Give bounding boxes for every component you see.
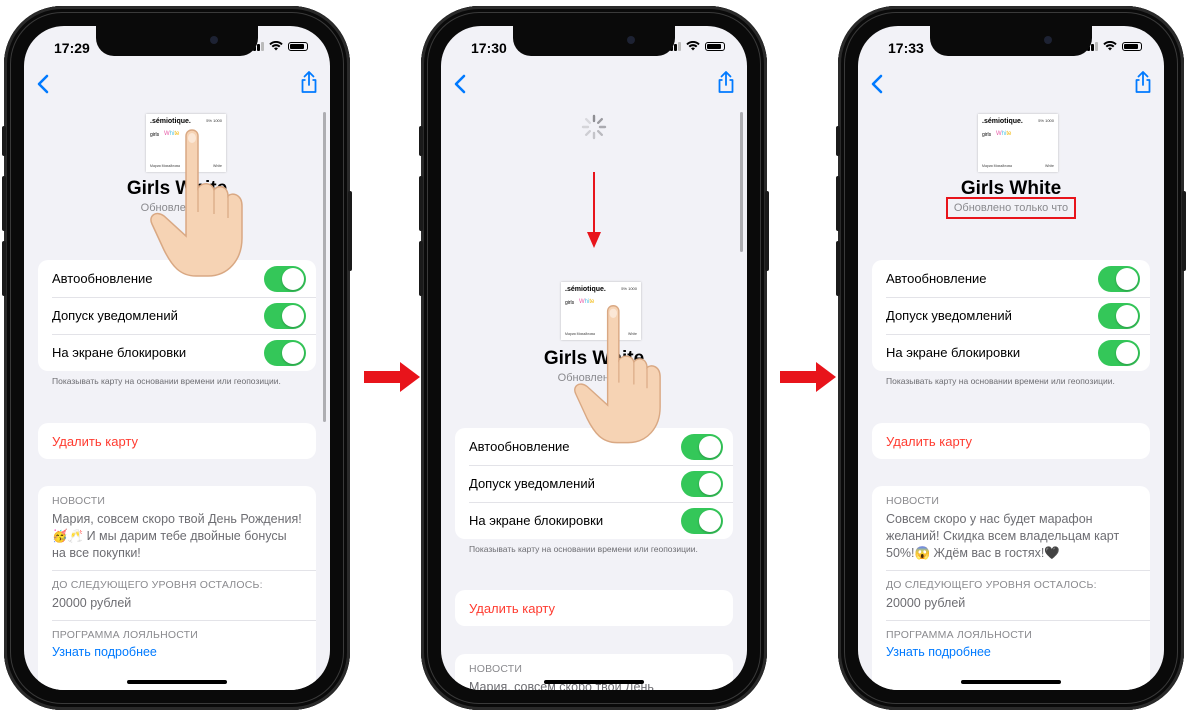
loyalty-header: ПРОГРАММА ЛОЯЛЬНОСТИ [886,629,1033,641]
notifications-toggle[interactable] [681,470,723,497]
wifi-icon [686,41,700,51]
status-time: 17:29 [54,40,90,56]
row-notifications: Допуск уведомлений [38,297,316,334]
row-auto-update: Автообновление [872,260,1150,297]
wifi-icon [1103,41,1117,51]
news-text: Совсем скоро у нас будет марафон желаний… [886,512,1120,560]
footnote: Показывать карту на основании времени ил… [469,544,698,554]
battery-icon [288,41,308,51]
lock-screen-toggle[interactable] [1098,339,1140,366]
notch [96,26,258,56]
home-indicator[interactable] [544,680,644,684]
down-arrow-icon [587,172,601,248]
loyalty-link[interactable]: Узнать подробнее [886,645,1136,659]
screen-1: 17:29 .sémiotique. 5% 1000 girls White М… [24,26,330,690]
home-indicator[interactable] [127,680,227,684]
row-notifications: Допуск уведомлений [455,465,733,502]
back-chevron-icon[interactable] [870,74,884,94]
phone-frame-1: 17:29 .sémiotique. 5% 1000 girls White М… [2,6,352,710]
news-header: НОВОСТИ [469,663,523,675]
notifications-toggle[interactable] [264,302,306,329]
delete-card-button[interactable]: Удалить карту [455,590,733,626]
auto-update-toggle[interactable] [1098,265,1140,292]
battery-icon [705,41,725,51]
tap-hand-icon [574,305,661,444]
info-group: НОВОСТИ Мария, совсем скоро твой День Рож… [38,486,316,690]
delete-card-button[interactable]: Удалить карту [38,423,316,459]
loyalty-header: ПРОГРАММА ЛОЯЛЬНОСТИ [52,629,199,641]
level-header: ДО СЛЕДУЮЩЕГО УРОВНЯ ОСТАЛОСЬ: [52,579,263,591]
lock-screen-toggle[interactable] [264,339,306,366]
phone-frame-2: 17:30 .sémiotique. 5% 1000 girls White М… [419,6,769,710]
news-text: Мария, совсем скоро твой День Рождения! … [52,512,302,560]
status-icons [249,41,308,51]
row-notifications: Допуск уведомлений [872,297,1150,334]
level-value: 20000 рублей [886,596,966,610]
back-chevron-icon[interactable] [36,74,50,94]
right-arrow-icon [364,362,420,392]
wifi-icon [269,41,283,51]
back-chevron-icon[interactable] [453,74,467,94]
scrollbar[interactable] [323,112,326,422]
auto-update-toggle[interactable] [681,433,723,460]
spinner-icon [581,114,607,140]
scrollbar[interactable] [740,112,743,252]
loyalty-link[interactable]: Узнать подробнее [52,645,302,659]
notifications-toggle[interactable] [1098,302,1140,329]
news-header: НОВОСТИ [886,495,940,507]
info-group: НОВОСТИ Совсем скоро у нас будет марафон … [872,486,1150,690]
status-time: 17:30 [471,40,507,56]
row-lock-screen: На экране блокировки [872,334,1150,371]
battery-icon [1122,41,1142,51]
info-group: НОВОСТИ Мария, совсем скоро твой День [455,654,733,690]
notch [513,26,675,56]
footnote: Показывать карту на основании времени ил… [52,376,281,386]
level-header: ДО СЛЕДУЮЩЕГО УРОВНЯ ОСТАЛОСЬ: [886,579,1097,591]
screen-3: 17:33 .sémiotique. 5% 1000 girls White М… [858,26,1164,690]
lock-screen-toggle[interactable] [681,507,723,534]
status-icons [666,41,725,51]
row-lock-screen: На экране блокировки [38,334,316,371]
status-icons [1083,41,1142,51]
news-header: НОВОСТИ [52,495,106,507]
highlight-box [946,197,1076,219]
notch [930,26,1092,56]
level-value: 20000 рублей [52,596,132,610]
right-arrow-icon [780,362,836,392]
delete-card-button[interactable]: Удалить карту [872,423,1150,459]
screen-2: 17:30 .sémiotique. 5% 1000 girls White М… [441,26,747,690]
footnote: Показывать карту на основании времени ил… [886,376,1115,386]
auto-update-toggle[interactable] [264,265,306,292]
share-icon[interactable] [300,70,318,94]
phone-frame-3: 17:33 .sémiotique. 5% 1000 girls White М… [836,6,1186,710]
status-time: 17:33 [888,40,924,56]
tap-hand-icon [150,129,243,277]
share-icon[interactable] [717,70,735,94]
share-icon[interactable] [1134,70,1152,94]
card-thumbnail[interactable]: .sémiotique. 5% 1000 girls White Мария М… [978,114,1058,172]
row-lock-screen: На экране блокировки [455,502,733,539]
home-indicator[interactable] [961,680,1061,684]
settings-group: Автообновление Допуск уведомлений На экр… [872,260,1150,371]
